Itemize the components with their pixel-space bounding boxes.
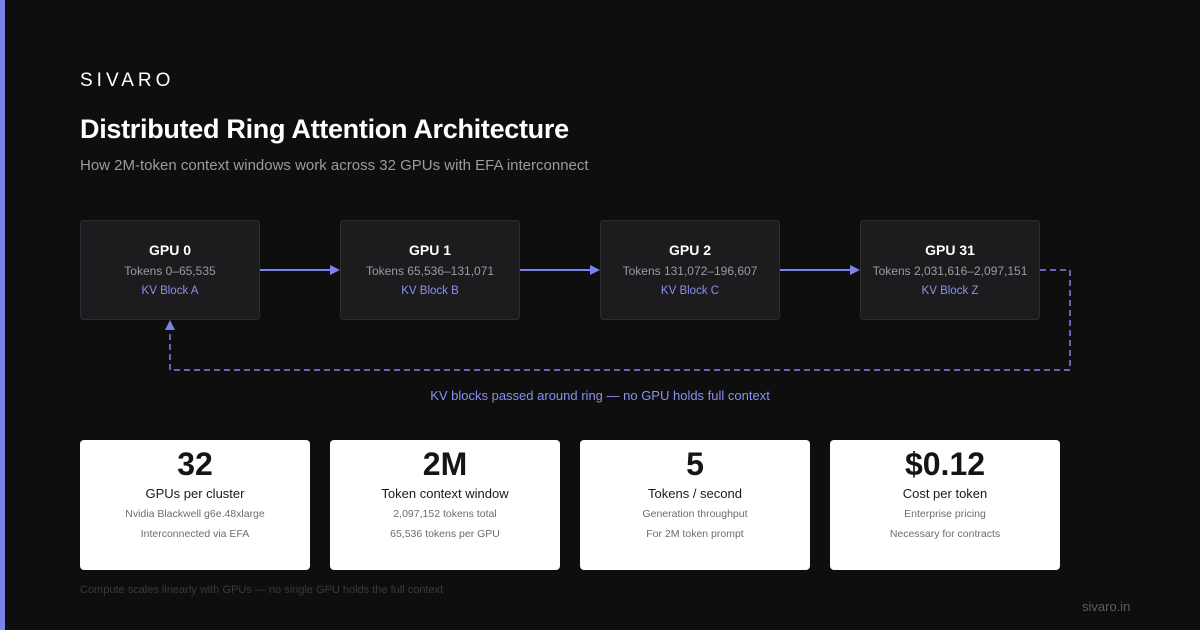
- stat-label: Token context window: [381, 486, 509, 501]
- stat-value: $0.12: [904, 446, 986, 482]
- gpu-token-range: Tokens 2,031,616–2,097,151: [872, 264, 1028, 278]
- stat-detail: Necessary for contracts: [889, 528, 1001, 540]
- gpu-token-range: Tokens 131,072–196,607: [622, 264, 758, 278]
- stat-detail: 65,536 tokens per GPU: [390, 528, 500, 540]
- gpu-name: GPU 31: [925, 242, 975, 258]
- gpu-name: GPU 0: [148, 242, 191, 258]
- stat-detail: Generation throughput: [642, 508, 748, 520]
- gpu-node-31: GPU 31 Tokens 2,031,616–2,097,151 KV Blo…: [860, 220, 1040, 320]
- brand-logo: SIVARO: [80, 70, 175, 91]
- gpu-node-1: GPU 1 Tokens 65,536–131,071 KV Block B: [340, 220, 520, 320]
- arrowhead-gpu1: [330, 265, 340, 275]
- gpu-node-2: GPU 2 Tokens 131,072–196,607 KV Block C: [600, 220, 780, 320]
- stat-card-context: 2M Token context window 2,097,152 tokens…: [330, 440, 560, 570]
- gpu-token-range: Tokens 65,536–131,071: [365, 264, 495, 278]
- page-title: Distributed Ring Attention Architecture: [80, 114, 569, 144]
- stat-detail: 2,097,152 tokens total: [393, 508, 497, 520]
- site-url: sivaro.in: [1082, 599, 1131, 614]
- stat-card-gpus: 32 GPUs per cluster Nvidia Blackwell g6e…: [80, 440, 310, 570]
- stat-detail: Interconnected via EFA: [140, 528, 250, 540]
- gpu-name: GPU 1: [408, 242, 451, 258]
- stat-label: Tokens / second: [648, 486, 742, 501]
- arrowhead-ring-return: [165, 320, 175, 330]
- accent-bar: [0, 0, 5, 630]
- gpu-kv-block: KV Block A: [141, 285, 199, 297]
- footnote: Compute scales linearly with GPUs — no s…: [80, 584, 444, 596]
- stat-label: GPUs per cluster: [145, 486, 245, 501]
- gpu-kv-block: KV Block C: [660, 285, 720, 297]
- gpu-kv-block: KV Block B: [401, 285, 459, 297]
- arrowhead-gpu2: [590, 265, 600, 275]
- stat-card-throughput: 5 Tokens / second Generation throughput …: [580, 440, 810, 570]
- stat-value: 5: [686, 446, 704, 482]
- gpu-name: GPU 2: [668, 242, 711, 258]
- stat-value: 32: [177, 446, 213, 482]
- arrowhead-gpu31: [850, 265, 860, 275]
- stat-detail: For 2M token prompt: [646, 528, 744, 540]
- stat-detail: Enterprise pricing: [904, 508, 986, 520]
- gpu-node-0: GPU 0 Tokens 0–65,535 KV Block A: [80, 220, 260, 320]
- ring-caption: KV blocks passed around ring — no GPU ho…: [430, 388, 770, 403]
- stat-value: 2M: [422, 446, 468, 482]
- stat-label: Cost per token: [902, 486, 988, 501]
- stat-detail: Nvidia Blackwell g6e.48xlarge: [125, 508, 265, 520]
- gpu-kv-block: KV Block Z: [921, 285, 979, 297]
- page-subtitle: How 2M-token context windows work across…: [80, 157, 589, 174]
- gpu-token-range: Tokens 0–65,535: [124, 264, 216, 278]
- stat-card-cost: $0.12 Cost per token Enterprise pricing …: [830, 440, 1060, 570]
